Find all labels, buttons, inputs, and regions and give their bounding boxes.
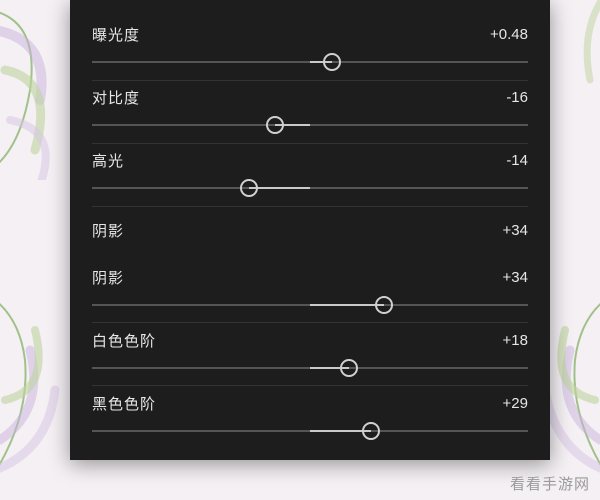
exposure-label: 曝光度 [92, 24, 140, 45]
contrast-slider-row: 对比度 -16 [92, 81, 528, 144]
light-adjustment-panel: 曝光度 +0.48 对比度 -16 高光 -14 [70, 0, 550, 460]
shadows-slider[interactable] [92, 294, 528, 316]
shadows-value: +34 [503, 222, 528, 239]
watermark-text: 看看手游网 [510, 473, 590, 494]
blacks-slider-row: 黑色色阶 +29 [92, 386, 528, 448]
contrast-value: -16 [506, 89, 528, 106]
exposure-value: +0.48 [490, 26, 528, 43]
blacks-label: 黑色色阶 [92, 393, 156, 414]
whites-slider-row: 白色色阶 +18 [92, 323, 528, 386]
highlights-slider-row: 高光 -14 [92, 144, 528, 207]
blacks-value: +29 [503, 395, 528, 412]
contrast-slider[interactable] [92, 114, 528, 136]
whites-label: 白色色阶 [92, 330, 156, 351]
whites-slider[interactable] [92, 357, 528, 379]
shadows-slider-row-2: 阴影 +34 [92, 260, 528, 323]
highlights-value: -14 [506, 152, 528, 169]
highlights-slider[interactable] [92, 177, 528, 199]
exposure-slider-row: 曝光度 +0.48 [92, 18, 528, 81]
shadows-value-2: +34 [503, 269, 528, 286]
slider-thumb-icon[interactable] [375, 296, 393, 314]
slider-thumb-icon[interactable] [266, 116, 284, 134]
shadows-slider-row: 阴影 +34 [92, 207, 528, 261]
shadows-label-2: 阴影 [92, 267, 124, 288]
slider-thumb-icon[interactable] [362, 422, 380, 440]
slider-thumb-icon[interactable] [340, 359, 358, 377]
highlights-label: 高光 [92, 150, 124, 171]
shadows-label: 阴影 [92, 220, 124, 241]
whites-value: +18 [503, 332, 528, 349]
exposure-slider[interactable] [92, 51, 528, 73]
blacks-slider[interactable] [92, 420, 528, 442]
slider-thumb-icon[interactable] [323, 53, 341, 71]
contrast-label: 对比度 [92, 87, 140, 108]
slider-thumb-icon[interactable] [240, 179, 258, 197]
